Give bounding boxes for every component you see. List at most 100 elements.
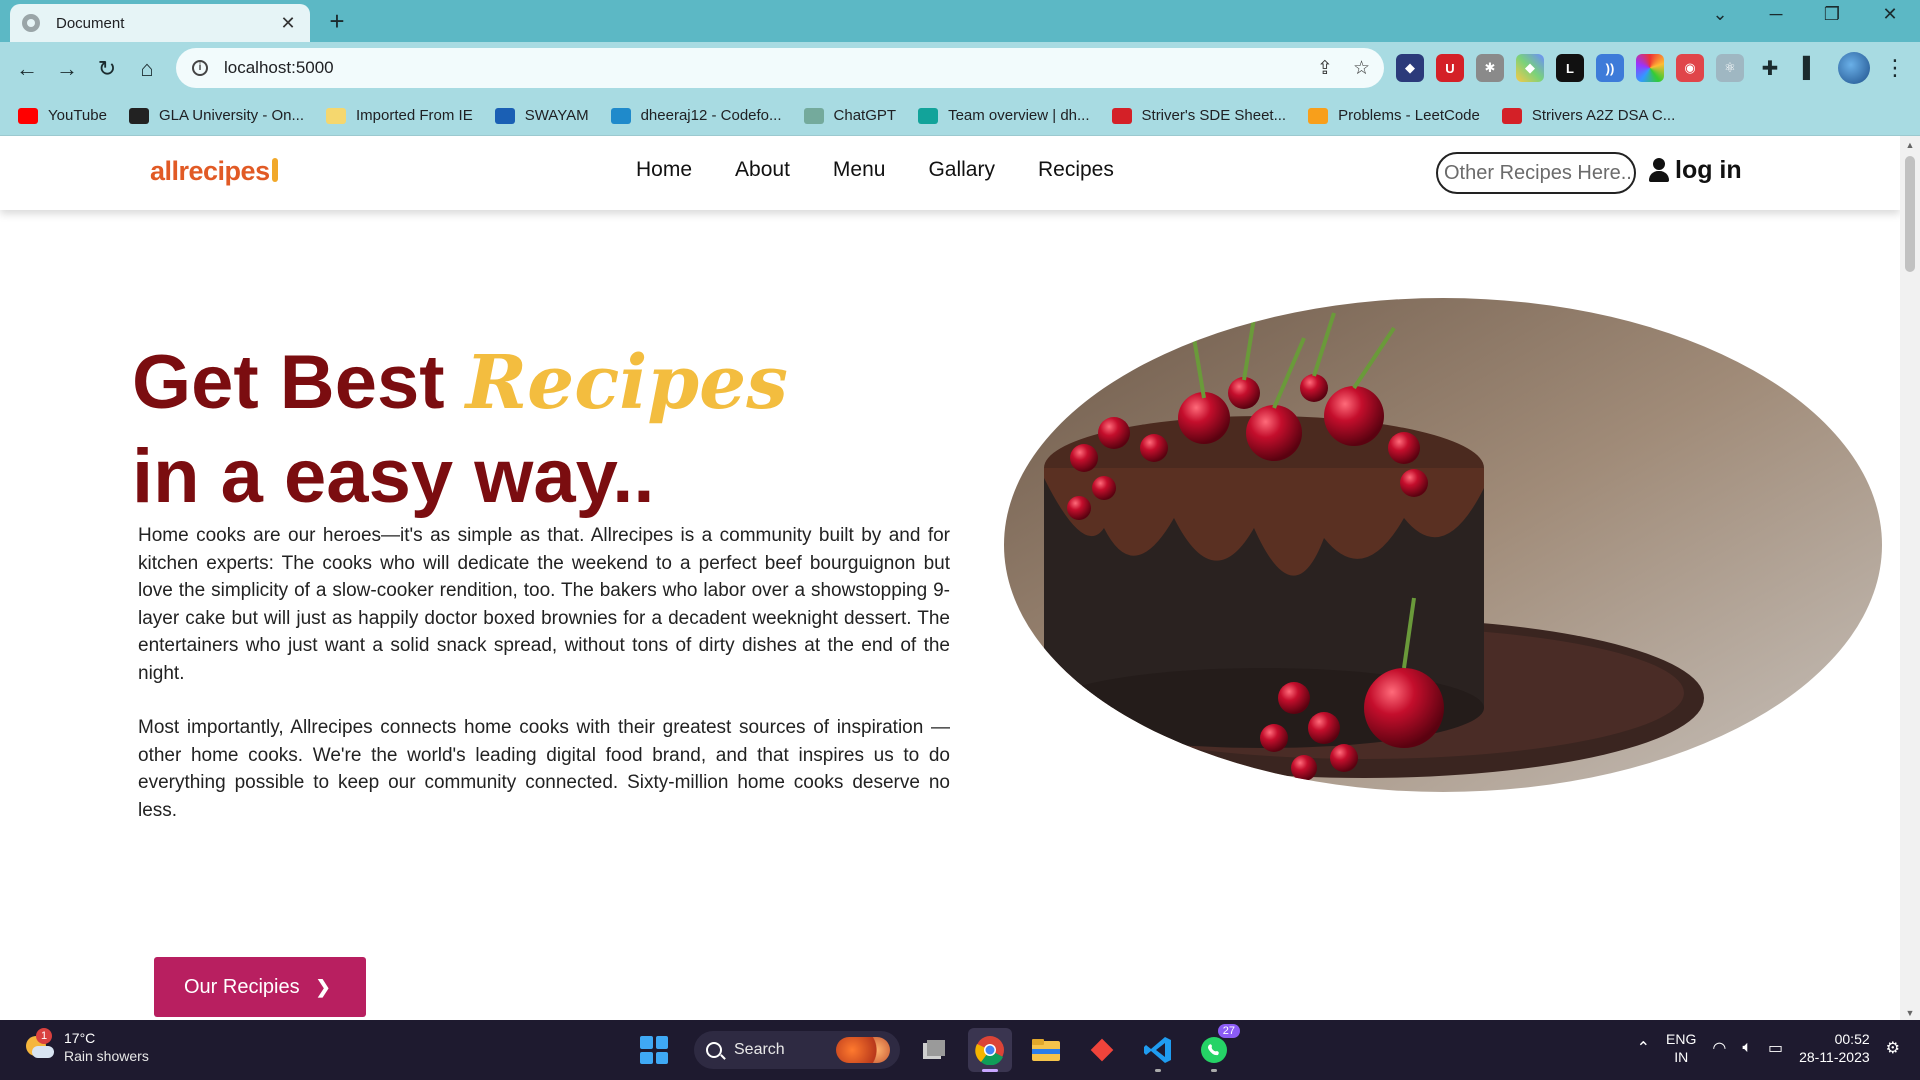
nav-link-home[interactable]: Home	[636, 158, 692, 182]
react-extension-icon[interactable]: ⚛	[1716, 54, 1744, 82]
taskbar-search-label: Search	[734, 1041, 785, 1058]
page-scrollbar[interactable]: ▲ ▼	[1900, 136, 1920, 1020]
browser-tab[interactable]: Document ✕	[10, 4, 310, 42]
bookmark-label: GLA University - On...	[158, 107, 304, 124]
nav-link-recipes[interactable]: Recipes	[1038, 158, 1114, 182]
tab-search-chevron-icon[interactable]: ⌄	[1700, 4, 1740, 25]
side-panel-icon[interactable]: ▌	[1796, 54, 1824, 82]
bookmark-star-icon[interactable]: ☆	[1353, 57, 1370, 80]
task-view-icon[interactable]	[912, 1028, 956, 1072]
bookmark-item[interactable]: dheeraj12 - Codefo...	[610, 107, 782, 124]
lang-line1: ENG	[1666, 1031, 1697, 1047]
colorwheel-extension-icon[interactable]	[1636, 54, 1664, 82]
windows-taskbar: 1 17°C Rain showers Search 27 ⌃ ENG IN ◠…	[0, 1020, 1920, 1080]
new-tab-button[interactable]: +	[322, 6, 352, 37]
gla-icon	[128, 107, 149, 124]
lang-line2: IN	[1674, 1049, 1689, 1065]
wifi-icon[interactable]: ◠	[1712, 1038, 1726, 1058]
bookmark-item[interactable]: Striver's SDE Sheet...	[1111, 107, 1286, 124]
volume-icon[interactable]: 🔈︎	[1742, 1039, 1752, 1057]
login-button[interactable]: log in	[1649, 156, 1742, 185]
puzzle-extensions-icon[interactable]: ✚	[1756, 54, 1784, 82]
audio-extension-icon[interactable]: ))	[1596, 54, 1624, 82]
hero-title-line2: in a easy way..	[132, 434, 655, 519]
bookmark-item[interactable]: SWAYAM	[494, 107, 589, 124]
close-window-button[interactable]: ✕	[1870, 4, 1910, 25]
hero-title-part1: Get Best	[132, 340, 466, 425]
site-header: allrecipes Home About Menu Gallary Recip…	[0, 136, 1900, 210]
color-extension-icon[interactable]: ◆	[1516, 54, 1544, 82]
share-icon[interactable]: ⇪	[1317, 57, 1333, 80]
bookmark-item[interactable]: Strivers A2Z DSA C...	[1501, 107, 1675, 124]
codeforces-icon	[610, 107, 631, 124]
bookmark-item[interactable]: Imported From IE	[326, 107, 473, 124]
url-text[interactable]: localhost:5000	[224, 58, 334, 78]
bookmark-label: Problems - LeetCode	[1338, 107, 1480, 124]
nav-link-about[interactable]: About	[735, 158, 790, 182]
pocket-extension-icon[interactable]: U	[1436, 54, 1464, 82]
file-explorer-icon[interactable]	[1024, 1028, 1068, 1072]
clock-date: 28-11-2023	[1799, 1049, 1870, 1065]
weather-widget[interactable]: 1 17°C Rain showers	[22, 1028, 149, 1064]
chevron-up-icon[interactable]: ⌃	[1637, 1038, 1650, 1058]
minimize-button[interactable]: ─	[1756, 4, 1796, 25]
web-page: allrecipes Home About Menu Gallary Recip…	[0, 136, 1900, 1020]
close-tab-icon[interactable]: ✕	[278, 13, 298, 34]
address-bar[interactable]: i localhost:5000 ⇪ ☆	[176, 48, 1384, 88]
chrome-icon[interactable]	[968, 1028, 1012, 1072]
taskbar-apps: Search 27	[636, 1024, 1240, 1072]
taskbar-search[interactable]: Search	[694, 1031, 900, 1069]
hero-paragraph-2: Most importantly, Allrecipes connects ho…	[138, 717, 950, 821]
site-info-icon[interactable]: i	[192, 60, 208, 76]
whatsapp-badge: 27	[1217, 1024, 1240, 1038]
restore-button[interactable]: ❐	[1812, 4, 1852, 25]
scrollbar-thumb[interactable]	[1905, 156, 1915, 272]
home-icon[interactable]: ⌂	[132, 54, 162, 84]
extensions-row: ◆ U ✱ ◆ L )) ◉ ⚛ ✚ ▌	[1396, 54, 1824, 82]
browser-toolbar: ← → ↻ ⌂ i localhost:5000 ⇪ ☆ ◆ U ✱ ◆ L )…	[0, 42, 1920, 96]
screen-extension-icon[interactable]: ◉	[1676, 54, 1704, 82]
leetcode-icon	[1308, 107, 1329, 124]
search-icon	[706, 1042, 722, 1058]
bookmark-item[interactable]: ChatGPT	[803, 107, 897, 124]
clock[interactable]: 00:52 28-11-2023	[1799, 1030, 1870, 1066]
chatgpt-icon	[803, 107, 824, 124]
recipe-search-input[interactable]	[1436, 152, 1636, 194]
weather-description: Rain showers	[64, 1048, 149, 1064]
windows-start-icon[interactable]	[636, 1032, 672, 1068]
bookmark-item[interactable]: Team overview | dh...	[918, 107, 1090, 124]
our-recipes-button[interactable]: Our Recipies ❯	[154, 957, 366, 1017]
language-indicator[interactable]: ENG IN	[1666, 1030, 1696, 1066]
bookmark-item[interactable]: GLA University - On...	[128, 107, 304, 124]
battery-icon[interactable]: ▭	[1768, 1038, 1783, 1058]
bookmark-label: SWAYAM	[524, 107, 589, 124]
shield-extension-icon[interactable]: ◆	[1396, 54, 1424, 82]
scroll-up-icon[interactable]: ▲	[1900, 140, 1920, 150]
bookmarks-bar: YouTube GLA University - On... Imported Fr…	[0, 96, 1920, 136]
lt-extension-icon[interactable]: L	[1556, 54, 1584, 82]
back-arrow-icon[interactable]: ←	[12, 54, 42, 84]
folder-icon	[326, 107, 346, 124]
bookmark-item[interactable]: YouTube	[18, 107, 107, 124]
bookmark-item[interactable]: Problems - LeetCode	[1308, 107, 1480, 124]
forward-arrow-icon[interactable]: →	[52, 54, 82, 84]
site-logo[interactable]: allrecipes	[150, 156, 278, 187]
bookmark-label: ChatGPT	[833, 107, 897, 124]
browser-menu-icon[interactable]: ⋮	[1884, 54, 1906, 82]
bug-extension-icon[interactable]: ✱	[1476, 54, 1504, 82]
anydesk-icon[interactable]	[1080, 1028, 1124, 1072]
vscode-icon[interactable]	[1136, 1028, 1180, 1072]
hero-title: Get Best Recipes in a easy way..	[132, 336, 788, 524]
nav-link-menu[interactable]: Menu	[833, 158, 886, 182]
whatsapp-icon[interactable]: 27	[1192, 1024, 1240, 1072]
reload-icon[interactable]: ↻	[92, 54, 122, 84]
weather-icon: 1	[22, 1028, 54, 1062]
notifications-icon[interactable]: ⚙	[1886, 1038, 1900, 1058]
scroll-down-icon[interactable]: ▼	[1900, 1008, 1920, 1018]
browser-tab-bar: Document ✕ + ⌄ ─ ❐ ✕	[0, 0, 1920, 42]
bookmark-label: YouTube	[48, 107, 107, 124]
main-nav: Home About Menu Gallary Recipes	[636, 158, 1114, 182]
nav-link-gallary[interactable]: Gallary	[928, 158, 995, 182]
globe-icon	[22, 14, 40, 32]
profile-avatar[interactable]	[1838, 52, 1870, 84]
